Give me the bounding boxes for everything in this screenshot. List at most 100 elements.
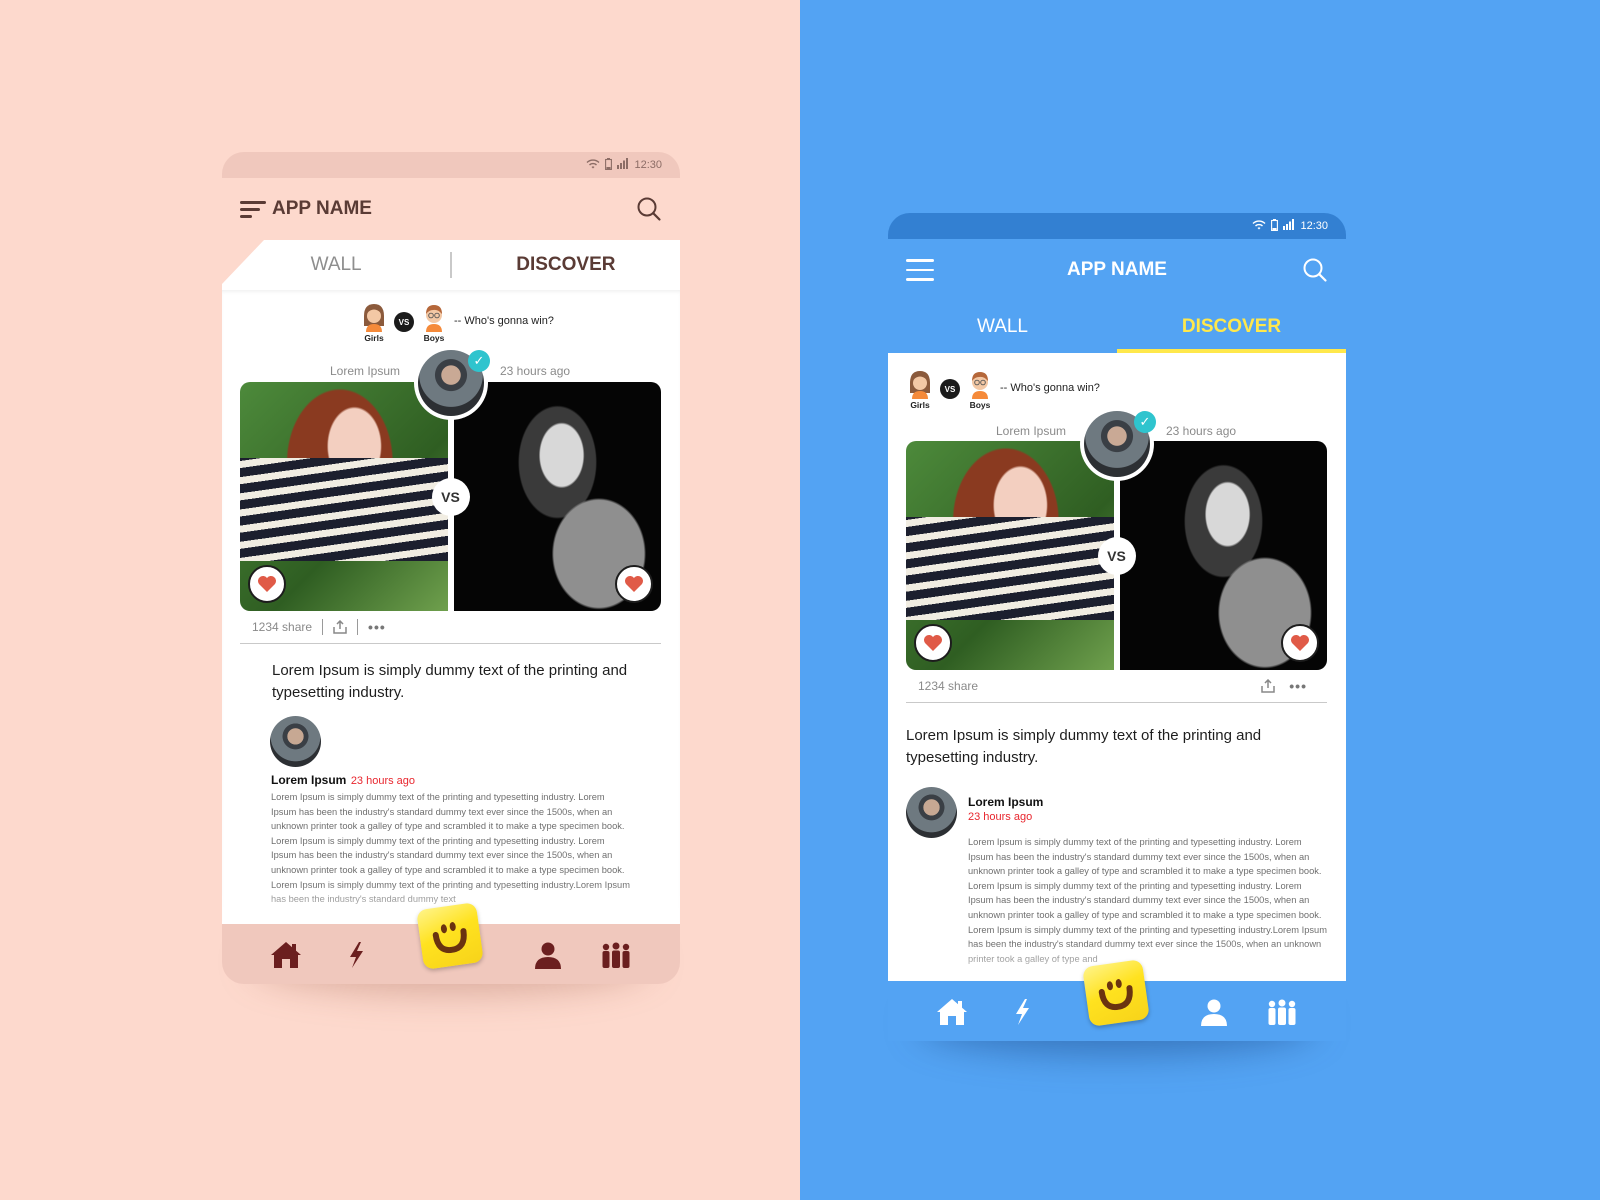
like-button-left[interactable] xyxy=(248,565,286,603)
tab-discover[interactable]: DISCOVER xyxy=(1117,316,1346,338)
girl-avatar-icon xyxy=(910,371,930,399)
comment-body: Lorem Ipsum is simply dummy text of the … xyxy=(968,837,1327,964)
app-title: APP NAME xyxy=(272,198,372,219)
status-time: 12:30 xyxy=(634,159,662,171)
nav-group[interactable] xyxy=(600,940,632,970)
boys-avatar: Boys xyxy=(420,302,448,343)
phone-screen-peach: 12:30 APP NAME WALL DISCOVER Girls VS Bo… xyxy=(222,152,680,992)
vs-badge: VS xyxy=(1097,536,1136,575)
commenter-avatar[interactable] xyxy=(270,716,321,767)
tab-wall[interactable]: WALL xyxy=(888,316,1117,338)
share-actions: ••• xyxy=(1261,678,1307,694)
nav-group[interactable] xyxy=(1266,997,1298,1027)
heart-icon xyxy=(1291,635,1309,651)
tab-wall[interactable]: WALL xyxy=(222,254,450,276)
nav-flash[interactable] xyxy=(1006,997,1038,1027)
status-time: 12:30 xyxy=(1300,220,1328,232)
girl-avatar-icon xyxy=(364,304,384,332)
separator xyxy=(322,618,324,635)
heart-icon xyxy=(258,576,276,592)
bottom-nav xyxy=(222,902,680,984)
post-author[interactable]: Lorem Ipsum xyxy=(330,364,400,378)
vs-question: -- Who's gonna win? xyxy=(454,315,554,327)
tab-discover[interactable]: DISCOVER xyxy=(452,254,680,276)
status-bar: 12:30 xyxy=(888,213,1346,239)
nav-home[interactable] xyxy=(936,997,968,1027)
tab-bar: WALL DISCOVER xyxy=(222,240,680,290)
post-title: Lorem Ipsum is simply dummy text of the … xyxy=(272,662,628,701)
tab-bar: WALL DISCOVER xyxy=(888,301,1346,353)
search-icon xyxy=(637,197,661,221)
signal-icon xyxy=(617,158,629,172)
post-author-avatar[interactable]: ✓ xyxy=(414,346,490,420)
post-author[interactable]: Lorem Ipsum xyxy=(996,424,1066,438)
share-button[interactable] xyxy=(1261,678,1276,693)
like-button-left[interactable] xyxy=(914,624,952,662)
search-icon xyxy=(1303,258,1327,282)
vs-badge: VS xyxy=(431,477,470,516)
girls-avatar: Girls xyxy=(906,369,934,410)
profile-icon xyxy=(1201,999,1227,1026)
contestant-photo-right[interactable] xyxy=(453,382,661,611)
girls-label: Girls xyxy=(364,333,384,343)
home-icon xyxy=(271,942,301,968)
more-options-button[interactable]: ••• xyxy=(368,619,386,635)
share-row: 1234 share ••• xyxy=(906,675,1327,703)
smiley-icon xyxy=(1082,959,1150,1027)
phone-screen-blue: 12:30 APP NAME WALL DISCOVER Girls VS Bo… xyxy=(888,213,1346,1053)
nav-profile[interactable] xyxy=(532,940,564,970)
menu-button[interactable] xyxy=(906,258,934,282)
verified-badge-icon: ✓ xyxy=(1134,411,1156,433)
commenter-name[interactable]: Lorem Ipsum xyxy=(271,773,346,787)
menu-icon-line xyxy=(240,208,260,211)
wifi-icon xyxy=(1252,219,1266,233)
commenter-name[interactable]: Lorem Ipsum xyxy=(968,795,1043,809)
vs-question: -- Who's gonna win? xyxy=(1000,382,1100,394)
comment-time: 23 hours ago xyxy=(968,811,1033,823)
like-button-right[interactable] xyxy=(615,565,653,603)
share-row: 1234 share ••• xyxy=(240,616,661,644)
contestant-photo-left[interactable] xyxy=(240,382,448,611)
nav-profile[interactable] xyxy=(1198,997,1230,1027)
post-title: Lorem Ipsum is simply dummy text of the … xyxy=(906,727,1262,766)
boys-avatar: Boys xyxy=(966,369,994,410)
girls-avatar: Girls xyxy=(360,302,388,343)
nav-flash[interactable] xyxy=(340,940,372,970)
app-title: APP NAME xyxy=(1067,259,1167,280)
smiley-center-button[interactable] xyxy=(1082,959,1150,1027)
smiley-center-button[interactable] xyxy=(416,902,484,970)
girls-label: Girls xyxy=(910,400,930,410)
search-button[interactable] xyxy=(636,196,662,222)
heart-icon xyxy=(625,576,643,592)
comment-header: Lorem Ipsum 23 hours ago xyxy=(968,795,1043,823)
heart-icon xyxy=(924,635,942,651)
app-bar: APP NAME xyxy=(888,239,1346,301)
wifi-icon xyxy=(586,158,600,172)
more-options-button[interactable]: ••• xyxy=(1289,678,1307,694)
share-count: 1234 share xyxy=(252,619,313,634)
flash-icon xyxy=(350,942,363,968)
post-author-avatar[interactable]: ✓ xyxy=(1080,407,1156,481)
share-button[interactable] xyxy=(333,619,347,634)
vs-header: Girls VS Boys -- Who's gonna win? xyxy=(906,369,1100,410)
share-icon xyxy=(333,619,347,634)
feed-content: Girls VS Boys -- Who's gonna win? Lorem … xyxy=(222,290,680,924)
commenter-avatar[interactable] xyxy=(906,787,957,838)
menu-icon xyxy=(240,201,266,204)
signal-icon xyxy=(1283,219,1295,233)
contestant-photo-right[interactable] xyxy=(1119,441,1327,670)
boys-label: Boys xyxy=(969,400,991,410)
share-count: 1234 share xyxy=(918,678,979,693)
nav-home[interactable] xyxy=(270,940,302,970)
boy-avatar-icon xyxy=(972,372,988,399)
vs-mini-badge: VS xyxy=(940,379,960,399)
verified-badge-icon: ✓ xyxy=(468,350,490,372)
post-time: 23 hours ago xyxy=(500,364,571,378)
search-button[interactable] xyxy=(1302,257,1328,283)
like-button-right[interactable] xyxy=(1281,624,1319,662)
comment-time: 23 hours ago xyxy=(350,775,416,787)
post-time: 23 hours ago xyxy=(1166,424,1237,438)
vs-header: Girls VS Boys -- Who's gonna win? xyxy=(360,302,554,343)
menu-button[interactable] xyxy=(240,197,268,221)
contestant-photo-left[interactable] xyxy=(906,441,1114,670)
